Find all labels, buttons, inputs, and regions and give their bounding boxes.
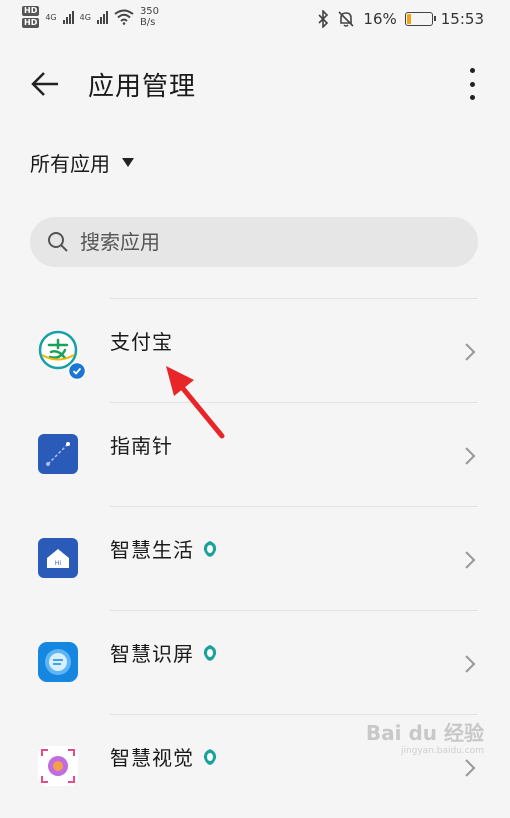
divider xyxy=(110,506,478,507)
battery-icon xyxy=(404,12,436,26)
filter-label: 所有应用 xyxy=(30,152,110,176)
list-item-screen-recognition[interactable]: 智慧识屏 xyxy=(0,610,510,714)
divider xyxy=(110,610,478,611)
page-title: 应用管理 xyxy=(88,72,197,102)
more-dot-icon xyxy=(469,81,475,87)
clock: 15:53 xyxy=(440,10,484,28)
app-name-text: 智慧视觉 xyxy=(110,746,194,770)
network-speed-value: 350 xyxy=(139,6,160,17)
more-dot-icon xyxy=(469,95,475,100)
smart-home-icon-text: Hi xyxy=(55,560,62,567)
hd-icon: HD xyxy=(22,6,40,16)
app-name: 智慧视觉 xyxy=(110,742,218,771)
screen-recognition-icon xyxy=(38,642,78,682)
network-speed-unit: B/s xyxy=(139,17,156,28)
mute-bell-icon xyxy=(338,11,354,27)
more-options-button[interactable] xyxy=(460,68,484,100)
hd-icon: HD xyxy=(22,18,40,28)
dropdown-triangle-icon xyxy=(122,158,134,167)
chevron-right-icon xyxy=(465,343,476,361)
divider xyxy=(110,714,478,715)
list-item-smart-home[interactable]: Hi 智慧生活 xyxy=(0,506,510,610)
wifi-icon xyxy=(114,9,134,25)
chevron-right-icon xyxy=(465,447,476,465)
signal-icon xyxy=(96,10,108,24)
hd-indicators: HD HD xyxy=(22,6,40,28)
status-bar: HD HD 4G 4G 350 B/s 16% 15:53 xyxy=(0,0,510,40)
chevron-right-icon xyxy=(465,551,476,569)
smart-vision-icon xyxy=(38,746,78,786)
status-left: HD HD 4G 4G 350 B/s xyxy=(22,6,159,28)
list-item-alipay[interactable]: 支付宝 xyxy=(0,298,510,402)
bluetooth-icon xyxy=(318,10,329,28)
app-name-text: 智慧识屏 xyxy=(110,642,194,666)
app-name: 指南针 xyxy=(110,430,173,459)
app-name: 支付宝 xyxy=(110,326,173,355)
search-input[interactable] xyxy=(78,229,462,255)
status-right: 16% 15:53 xyxy=(317,10,484,28)
app-name-text: 支付宝 xyxy=(110,330,173,354)
app-name-text: 指南针 xyxy=(110,434,173,458)
network-type-label: 4G xyxy=(79,12,91,22)
app-name-text: 智慧生活 xyxy=(110,538,194,562)
app-name: 智慧生活 xyxy=(110,534,218,563)
leaf-badge-icon xyxy=(203,540,217,557)
list-item-compass[interactable]: 指南针 xyxy=(0,402,510,506)
search-bar[interactable] xyxy=(30,217,478,267)
watermark-url: jingyan.baidu.com xyxy=(400,746,484,756)
chevron-right-icon xyxy=(465,655,476,673)
verified-badge-icon xyxy=(68,362,86,380)
compass-icon xyxy=(38,434,78,474)
back-arrow-icon xyxy=(31,72,58,96)
app-header: 应用管理 xyxy=(0,52,510,112)
back-button[interactable] xyxy=(28,66,64,102)
network-speed: 350 B/s xyxy=(140,6,159,28)
divider xyxy=(110,402,478,403)
leaf-badge-icon xyxy=(203,748,217,765)
watermark-brand: Bai du 经验 xyxy=(365,721,484,745)
search-icon xyxy=(48,232,68,252)
network-type-label: 4G xyxy=(45,12,57,22)
more-dot-icon xyxy=(469,68,475,73)
app-name: 智慧识屏 xyxy=(110,638,218,667)
watermark: Bai du 经验 jingyan.baidu.com xyxy=(366,717,484,756)
leaf-badge-icon xyxy=(203,644,217,661)
signal-icon xyxy=(62,10,74,24)
chevron-right-icon xyxy=(465,759,476,777)
divider xyxy=(110,298,478,299)
app-filter-dropdown[interactable]: 所有应用 xyxy=(30,148,134,177)
battery-percent: 16% xyxy=(363,10,397,28)
smart-home-icon: Hi xyxy=(38,538,78,578)
